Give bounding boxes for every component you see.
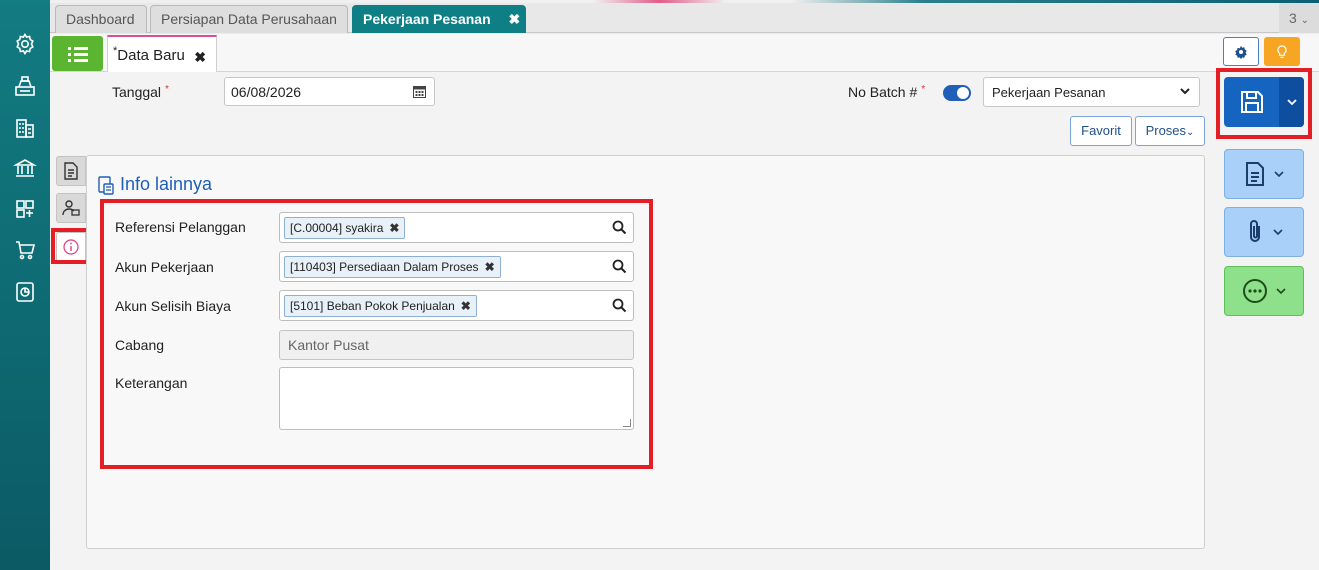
keterangan-label: Keterangan	[115, 375, 188, 391]
tanggal-value: 06/08/2026	[231, 84, 302, 100]
list-view-button[interactable]	[52, 36, 103, 71]
side-tab-user-money[interactable]	[56, 193, 86, 223]
tab-count-dropdown[interactable]: 3 ⌄	[1279, 3, 1319, 33]
favorit-label: Favorit	[1081, 123, 1121, 138]
proses-label: Proses	[1145, 123, 1187, 138]
chevron-down-icon	[1180, 88, 1190, 95]
tab-count: 3	[1288, 10, 1297, 26]
tab-pekerjaan-label: Pekerjaan Pesanan	[363, 11, 491, 27]
calculator-doc-icon	[98, 175, 114, 195]
akun-selisih-biaya-tag[interactable]: [5101] Beban Pokok Penjualan ✖	[284, 295, 477, 317]
calendar-icon[interactable]	[413, 85, 426, 98]
required-mark: *	[921, 84, 926, 95]
close-subtab-icon[interactable]: ✖	[194, 49, 206, 66]
required-mark: *	[165, 84, 169, 95]
paperclip-icon	[1250, 220, 1260, 242]
save-button[interactable]	[1224, 77, 1304, 127]
close-tab-icon[interactable]: ✖	[509, 11, 521, 27]
document-icon	[1246, 162, 1264, 186]
search-icon[interactable]	[612, 259, 627, 274]
tab-persiapan-data-perusahaan[interactable]: Persiapan Data Perusahaan	[150, 5, 348, 33]
akun-pekerjaan-label: Akun Pekerjaan	[115, 259, 214, 275]
nobatch-label: No Batch # *	[848, 84, 925, 100]
referensi-pelanggan-label: Referensi Pelanggan	[115, 219, 246, 235]
tab-dashboard-label: Dashboard	[66, 11, 135, 27]
document-tab-bar: *Data Baru ✖	[50, 34, 1319, 72]
remove-tag-icon[interactable]: ✖	[389, 221, 399, 235]
section-title: Info lainnya	[97, 174, 212, 195]
cabang-label: Cabang	[115, 337, 165, 353]
work-area: *Data Baru ✖ Tanggal * 06/08/2026 No Batc…	[50, 34, 1319, 570]
tag-text: [110403] Persediaan Dalam Proses	[290, 260, 479, 274]
tab-data-baru-label: Data Baru	[117, 47, 185, 64]
bank-icon[interactable]	[9, 152, 41, 184]
gear-icon	[1235, 45, 1247, 59]
nobatch-select-value: Pekerjaan Pesanan	[992, 85, 1106, 100]
akun-selisih-biaya-label: Akun Selisih Biaya	[115, 298, 231, 314]
settings-button[interactable]	[1223, 37, 1259, 66]
resize-handle[interactable]	[623, 419, 631, 427]
more-icon	[1243, 279, 1267, 303]
inventory-icon[interactable]	[9, 193, 41, 225]
chevron-down-icon: ⌄	[1300, 15, 1310, 26]
tips-button[interactable]	[1264, 37, 1300, 66]
remove-tag-icon[interactable]: ✖	[461, 299, 471, 313]
tanggal-label-text: Tanggal	[112, 84, 162, 100]
save-dropdown-toggle[interactable]	[1279, 77, 1304, 127]
favorit-button[interactable]: Favorit	[1070, 116, 1132, 146]
user-money-icon	[62, 200, 80, 216]
chevron-down-icon	[1273, 229, 1283, 236]
gear-icon[interactable]	[9, 28, 41, 60]
tag-text: [C.00004] syakira	[290, 221, 384, 235]
building-icon[interactable]	[9, 112, 41, 144]
cart-icon[interactable]	[9, 234, 41, 266]
document-icon	[64, 162, 78, 180]
chevron-down-icon	[1274, 171, 1284, 178]
proses-button[interactable]: Proses⌄	[1135, 116, 1205, 146]
remove-tag-icon[interactable]: ✖	[485, 260, 495, 274]
cabang-value: Kantor Pusat	[288, 337, 369, 353]
cabang-field: Kantor Pusat	[279, 330, 634, 360]
tab-pekerjaan-pesanan[interactable]: Pekerjaan Pesanan ✖	[352, 5, 526, 33]
nobatch-auto-toggle[interactable]	[943, 85, 971, 101]
module-tab-bar: Dashboard Persiapan Data Perusahaan Peke…	[50, 3, 1319, 33]
document-action-button[interactable]	[1224, 149, 1304, 199]
referensi-pelanggan-tag[interactable]: [C.00004] syakira ✖	[284, 217, 406, 239]
search-icon[interactable]	[612, 298, 627, 313]
chevron-down-icon: ⌄	[1186, 127, 1195, 138]
cash-register-icon[interactable]	[9, 70, 41, 102]
list-icon	[67, 46, 88, 62]
keterangan-textarea[interactable]	[279, 367, 634, 430]
referensi-pelanggan-field[interactable]: [C.00004] syakira ✖	[279, 212, 634, 243]
akun-pekerjaan-field[interactable]: [110403] Persediaan Dalam Proses ✖	[279, 251, 634, 282]
lightbulb-icon	[1277, 44, 1287, 58]
side-tab-document[interactable]	[56, 156, 86, 186]
tanggal-label: Tanggal *	[112, 84, 169, 100]
tanggal-date-input[interactable]: 06/08/2026	[224, 77, 435, 106]
nobatch-select[interactable]: Pekerjaan Pesanan	[983, 77, 1200, 107]
highlight-info-tab	[51, 228, 91, 264]
chevron-down-icon	[1286, 99, 1297, 106]
attachment-button[interactable]	[1224, 207, 1304, 257]
tag-text: [5101] Beban Pokok Penjualan	[290, 299, 455, 313]
akun-pekerjaan-tag[interactable]: [110403] Persediaan Dalam Proses ✖	[284, 256, 501, 278]
tab-dashboard[interactable]: Dashboard	[55, 5, 147, 33]
more-actions-button[interactable]	[1224, 266, 1304, 316]
save-icon	[1240, 91, 1263, 113]
chevron-down-icon	[1276, 288, 1286, 295]
tab-data-baru[interactable]: *Data Baru ✖	[107, 35, 217, 72]
nobatch-label-text: No Batch #	[848, 84, 918, 100]
akun-selisih-biaya-field[interactable]: [5101] Beban Pokok Penjualan ✖	[279, 290, 634, 321]
tab-persiapan-label: Persiapan Data Perusahaan	[161, 11, 337, 27]
info-lainnya-panel: Info lainnya Referensi Pelanggan [C.0000…	[86, 155, 1205, 549]
section-title-text: Info lainnya	[120, 174, 213, 194]
search-icon[interactable]	[612, 220, 627, 235]
left-navigation-bar	[0, 0, 50, 570]
report-chart-icon[interactable]	[9, 276, 41, 308]
